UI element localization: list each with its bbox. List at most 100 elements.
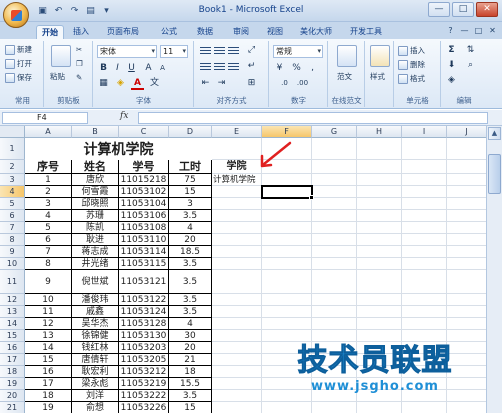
row-header-5[interactable]: 5 (0, 198, 25, 210)
tab-data[interactable]: 数据 (192, 25, 218, 39)
number-format-select[interactable]: 常规 (273, 45, 323, 58)
cell[interactable] (357, 330, 402, 342)
active-cell-selection[interactable] (261, 185, 313, 199)
row-header-16[interactable]: 16 (0, 342, 25, 354)
cell[interactable] (312, 294, 357, 306)
align-top-icon[interactable] (199, 45, 212, 56)
cell[interactable] (262, 330, 312, 342)
row-header-10[interactable]: 10 (0, 258, 25, 270)
copy-icon[interactable]: ❐ (76, 59, 83, 68)
fill-handle[interactable] (309, 195, 314, 200)
paste-button[interactable]: 粘贴 (50, 71, 65, 82)
column-header-e[interactable]: E (212, 126, 262, 138)
cell[interactable] (212, 234, 262, 246)
cell[interactable] (402, 138, 447, 160)
phonetic-icon[interactable]: 文 (148, 77, 161, 90)
template-button[interactable]: 范文 (337, 71, 352, 82)
cell[interactable] (447, 258, 486, 270)
cell[interactable] (312, 318, 357, 330)
cell[interactable] (357, 186, 402, 198)
cell[interactable] (357, 138, 402, 160)
cell[interactable] (447, 160, 486, 174)
column-header-c[interactable]: C (119, 126, 169, 138)
cell[interactable] (402, 198, 447, 210)
cell[interactable] (447, 234, 486, 246)
cell[interactable] (402, 294, 447, 306)
row-header-14[interactable]: 14 (0, 318, 25, 330)
vertical-scrollbar[interactable]: ▲ (486, 126, 502, 413)
cell[interactable] (402, 186, 447, 198)
paste-icon[interactable] (51, 45, 71, 67)
cell[interactable] (312, 210, 357, 222)
borders-icon[interactable]: ▦ (97, 77, 110, 90)
cell[interactable] (357, 258, 402, 270)
ribbon-minimize-icon[interactable]: — (459, 25, 470, 36)
name-box[interactable]: F4 (2, 112, 88, 124)
tab-home[interactable]: 开始 (36, 25, 64, 39)
cell[interactable] (312, 222, 357, 234)
tab-developer[interactable]: 开发工具 (346, 25, 386, 39)
new-button[interactable]: 新建 (5, 44, 32, 55)
formula-input[interactable] (138, 112, 488, 124)
ribbon-close-icon[interactable]: ✕ (487, 25, 498, 36)
cell[interactable] (357, 234, 402, 246)
cell[interactable] (212, 210, 262, 222)
cell[interactable] (357, 294, 402, 306)
row-header-4[interactable]: 4 (0, 186, 25, 198)
cell[interactable] (312, 234, 357, 246)
minimize-button[interactable]: — (428, 2, 450, 17)
increase-indent-icon[interactable]: ⇥ (215, 77, 228, 90)
merge-center-icon[interactable]: ⊞ (245, 77, 258, 90)
row-header-3[interactable]: 3 (0, 174, 25, 186)
cell[interactable] (402, 306, 447, 318)
row-header-17[interactable]: 17 (0, 354, 25, 366)
row-header-11[interactable]: 11 (0, 270, 25, 294)
column-header-d[interactable]: D (169, 126, 212, 138)
row-header-21[interactable]: 21 (0, 402, 25, 413)
cell[interactable] (262, 258, 312, 270)
font-name-select[interactable]: 宋体 (97, 45, 157, 58)
cell[interactable] (357, 318, 402, 330)
tab-view[interactable]: 视图 (262, 25, 288, 39)
cell[interactable] (212, 294, 262, 306)
close-button[interactable]: ✕ (476, 2, 498, 17)
tab-review[interactable]: 审阅 (228, 25, 254, 39)
styles-button[interactable]: 样式 (370, 71, 385, 82)
cell[interactable] (212, 138, 262, 160)
cell[interactable] (357, 160, 402, 174)
tab-page-layout[interactable]: 页面布局 (102, 25, 144, 39)
cell[interactable] (212, 378, 262, 390)
cell[interactable] (402, 402, 447, 413)
select-all-corner[interactable] (0, 126, 25, 138)
cell[interactable] (262, 306, 312, 318)
cut-icon[interactable]: ✂ (76, 45, 82, 54)
cell[interactable] (402, 234, 447, 246)
cell[interactable] (447, 210, 486, 222)
underline-button[interactable]: U (125, 62, 138, 75)
align-center-icon[interactable] (213, 61, 226, 72)
cell[interactable] (357, 306, 402, 318)
align-middle-icon[interactable] (213, 45, 226, 56)
format-cells-button[interactable]: 格式 (398, 73, 425, 84)
cell[interactable] (402, 174, 447, 186)
cell[interactable] (212, 246, 262, 258)
cell[interactable] (262, 210, 312, 222)
cell[interactable] (262, 246, 312, 258)
cell[interactable] (212, 318, 262, 330)
format-painter-icon[interactable]: ✎ (76, 73, 82, 82)
cell[interactable] (357, 270, 402, 294)
cell[interactable] (447, 318, 486, 330)
cell[interactable] (262, 198, 312, 210)
cell[interactable] (402, 318, 447, 330)
cell[interactable] (447, 138, 486, 160)
column-header-f[interactable]: F (262, 126, 312, 138)
cell[interactable] (447, 198, 486, 210)
orientation-icon[interactable]: ⤢ (245, 44, 258, 57)
cell[interactable] (212, 354, 262, 366)
scroll-thumb[interactable] (488, 154, 501, 194)
column-header-j[interactable]: J (447, 126, 486, 138)
column-header-i[interactable]: I (402, 126, 447, 138)
cell[interactable] (402, 258, 447, 270)
cell[interactable] (212, 342, 262, 354)
cell[interactable] (212, 270, 262, 294)
